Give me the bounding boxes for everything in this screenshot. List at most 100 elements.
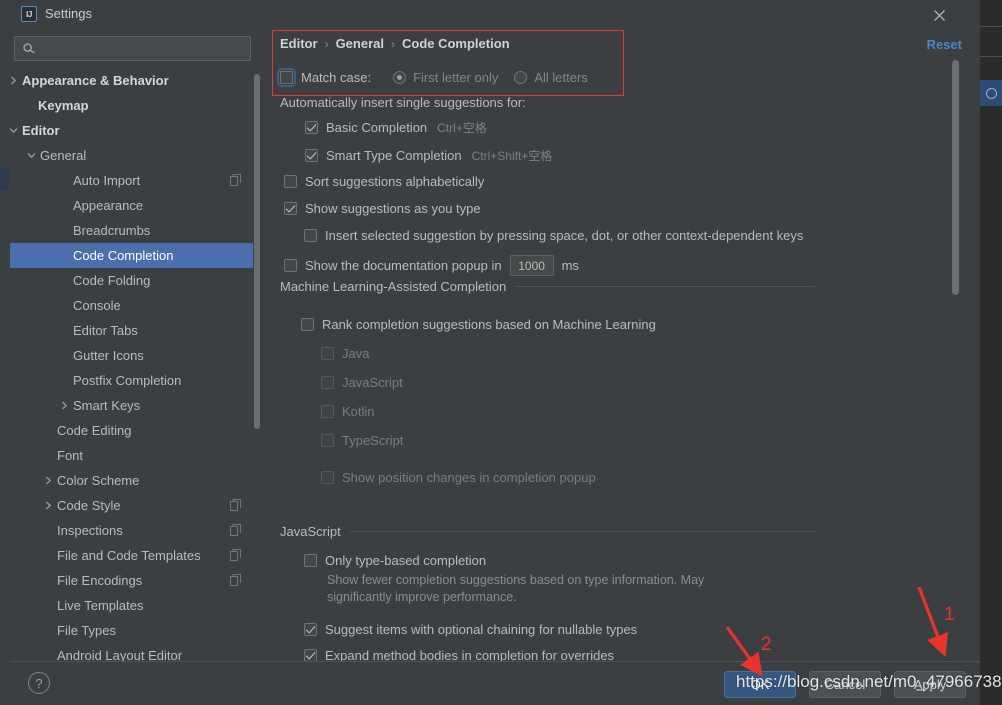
ml-lang-java-row[interactable]: Java bbox=[321, 346, 369, 361]
close-icon[interactable] bbox=[928, 4, 950, 26]
sidebar-item-gutter-icons[interactable]: Gutter Icons bbox=[10, 343, 256, 368]
show-suggestions-label: Show suggestions as you type bbox=[305, 201, 481, 216]
sidebar-item-breadcrumbs[interactable]: Breadcrumbs bbox=[10, 218, 256, 243]
ml-rank-checkbox[interactable] bbox=[301, 318, 314, 331]
copy-settings-icon[interactable] bbox=[230, 524, 242, 536]
only-type-based-row[interactable]: Only type-based completion bbox=[304, 553, 486, 568]
sidebar-item-editor[interactable]: Editor bbox=[10, 118, 256, 143]
sidebar-item-color-scheme[interactable]: Color Scheme bbox=[10, 468, 256, 493]
ml-rank-label: Rank completion suggestions based on Mac… bbox=[322, 317, 656, 332]
sidebar-item-postfix-completion[interactable]: Postfix Completion bbox=[10, 368, 256, 393]
sidebar-item-file-and-code-templates[interactable]: File and Code Templates bbox=[10, 543, 256, 568]
smart-type-completion-checkbox[interactable] bbox=[305, 149, 318, 162]
ml-java-checkbox[interactable] bbox=[321, 347, 334, 360]
sidebar-item-appearance-behavior[interactable]: Appearance & Behavior bbox=[10, 68, 256, 93]
javascript-section-title: JavaScript bbox=[280, 524, 341, 539]
copy-settings-icon[interactable] bbox=[230, 499, 242, 511]
optional-chaining-checkbox[interactable] bbox=[304, 623, 317, 636]
sidebar-item-live-templates[interactable]: Live Templates bbox=[10, 593, 256, 618]
sidebar-item-code-completion[interactable]: Code Completion bbox=[10, 243, 256, 268]
settings-tree[interactable]: Appearance & Behavior Keymap Editor General… bbox=[10, 68, 256, 661]
only-type-based-checkbox[interactable] bbox=[304, 554, 317, 567]
background-left-icon-2 bbox=[0, 150, 9, 162]
chevron-right-icon[interactable] bbox=[10, 74, 20, 88]
title-bar: IJ Settings bbox=[10, 0, 980, 28]
radio-first-letter-only[interactable] bbox=[393, 71, 407, 84]
chevron-right-icon[interactable] bbox=[57, 399, 71, 413]
sidebar-item-label: Editor Tabs bbox=[73, 323, 138, 338]
ml-kotlin-checkbox[interactable] bbox=[321, 405, 334, 418]
ok-button[interactable]: OK bbox=[724, 671, 796, 698]
ml-lang-javascript-row[interactable]: JavaScript bbox=[321, 375, 403, 390]
match-case-first-letter-option[interactable]: First letter only bbox=[393, 70, 498, 85]
breadcrumb-item-editor[interactable]: Editor bbox=[280, 36, 318, 51]
help-button[interactable]: ? bbox=[28, 672, 50, 694]
ml-position-changes-row[interactable]: Show position changes in completion popu… bbox=[321, 470, 596, 485]
copy-settings-icon[interactable] bbox=[230, 574, 242, 586]
search-input[interactable] bbox=[41, 41, 250, 56]
doc-popup-delay-input[interactable]: 1000 bbox=[509, 255, 554, 276]
background-ide-left-strip bbox=[0, 0, 10, 705]
sidebar-item-keymap[interactable]: Keymap bbox=[10, 93, 256, 118]
sidebar-item-console[interactable]: Console bbox=[10, 293, 256, 318]
sidebar-item-file-types[interactable]: File Types bbox=[10, 618, 256, 643]
sidebar-item-appearance[interactable]: Appearance bbox=[10, 193, 256, 218]
sidebar-item-inspections[interactable]: Inspections bbox=[10, 518, 256, 543]
basic-completion-row[interactable]: Basic Completion Ctrl+空格 bbox=[305, 119, 487, 136]
cancel-button[interactable]: Cancel bbox=[809, 671, 881, 698]
apply-button[interactable]: Apply bbox=[894, 671, 966, 698]
sidebar-item-label: Live Templates bbox=[57, 598, 144, 613]
sidebar-item-general[interactable]: General bbox=[10, 143, 256, 168]
breadcrumb-item-general[interactable]: General bbox=[336, 36, 384, 51]
sidebar-item-editor-tabs[interactable]: Editor Tabs bbox=[10, 318, 256, 343]
content-scrollbar-thumb[interactable] bbox=[952, 60, 959, 295]
smart-type-completion-row[interactable]: Smart Type Completion Ctrl+Shift+空格 bbox=[305, 147, 552, 164]
chevron-right-icon[interactable] bbox=[41, 474, 55, 488]
insert-selected-row[interactable]: Insert selected suggestion by pressing s… bbox=[304, 228, 803, 243]
radio-all-letters[interactable] bbox=[514, 71, 528, 84]
basic-completion-shortcut: Ctrl+空格 bbox=[437, 121, 487, 135]
match-case-checkbox[interactable] bbox=[277, 68, 296, 87]
sidebar-item-smart-keys[interactable]: Smart Keys bbox=[10, 393, 256, 418]
sidebar-item-code-style[interactable]: Code Style bbox=[10, 493, 256, 518]
ml-rank-row[interactable]: Rank completion suggestions based on Mac… bbox=[301, 317, 656, 332]
search-box[interactable] bbox=[14, 36, 251, 61]
show-suggestions-checkbox[interactable] bbox=[284, 202, 297, 215]
insert-selected-checkbox[interactable] bbox=[304, 229, 317, 242]
sidebar-item-label: Gutter Icons bbox=[73, 348, 144, 363]
chevron-right-icon[interactable] bbox=[41, 499, 55, 513]
breadcrumb-item-code-completion: Code Completion bbox=[401, 36, 510, 51]
ml-javascript-label: JavaScript bbox=[342, 375, 403, 390]
ml-position-changes-checkbox[interactable] bbox=[321, 471, 334, 484]
ml-java-label: Java bbox=[342, 346, 370, 361]
background-right-tool-chip[interactable] bbox=[980, 80, 1002, 106]
chevron-down-icon[interactable] bbox=[10, 124, 20, 138]
auto-insert-heading-label: Automatically insert single suggestions … bbox=[280, 95, 526, 110]
sidebar-scrollbar-thumb[interactable] bbox=[254, 74, 260, 429]
sidebar-item-font[interactable]: Font bbox=[10, 443, 256, 468]
optional-chaining-row[interactable]: Suggest items with optional chaining for… bbox=[304, 622, 637, 637]
sort-suggestions-row[interactable]: Sort suggestions alphabetically bbox=[284, 174, 484, 189]
ml-lang-typescript-row[interactable]: TypeScript bbox=[321, 433, 403, 448]
sidebar-item-code-editing[interactable]: Code Editing bbox=[10, 418, 256, 443]
sidebar-item-label: Android Layout Editor bbox=[57, 648, 183, 661]
doc-popup-row[interactable]: Show the documentation popup in 1000 ms bbox=[284, 255, 579, 276]
chevron-down-icon[interactable] bbox=[24, 149, 38, 163]
sidebar-item-code-folding[interactable]: Code Folding bbox=[10, 268, 256, 293]
sidebar-item-android-layout-editor[interactable]: Android Layout Editor bbox=[10, 643, 256, 661]
sort-suggestions-checkbox[interactable] bbox=[284, 175, 297, 188]
doc-popup-checkbox[interactable] bbox=[284, 259, 297, 272]
reset-link[interactable]: Reset bbox=[927, 37, 962, 52]
circle-icon bbox=[985, 87, 997, 99]
sidebar-item-label: Appearance bbox=[73, 198, 144, 213]
copy-settings-icon[interactable] bbox=[230, 174, 242, 186]
show-suggestions-row[interactable]: Show suggestions as you type bbox=[284, 201, 481, 216]
sidebar-item-auto-import[interactable]: Auto Import bbox=[10, 168, 256, 193]
copy-settings-icon[interactable] bbox=[230, 549, 242, 561]
ml-lang-kotlin-row[interactable]: Kotlin bbox=[321, 404, 375, 419]
basic-completion-checkbox[interactable] bbox=[305, 121, 318, 134]
match-case-all-letters-option[interactable]: All letters bbox=[514, 70, 588, 85]
sidebar-item-file-encodings[interactable]: File Encodings bbox=[10, 568, 256, 593]
ml-typescript-checkbox[interactable] bbox=[321, 434, 334, 447]
ml-javascript-checkbox[interactable] bbox=[321, 376, 334, 389]
